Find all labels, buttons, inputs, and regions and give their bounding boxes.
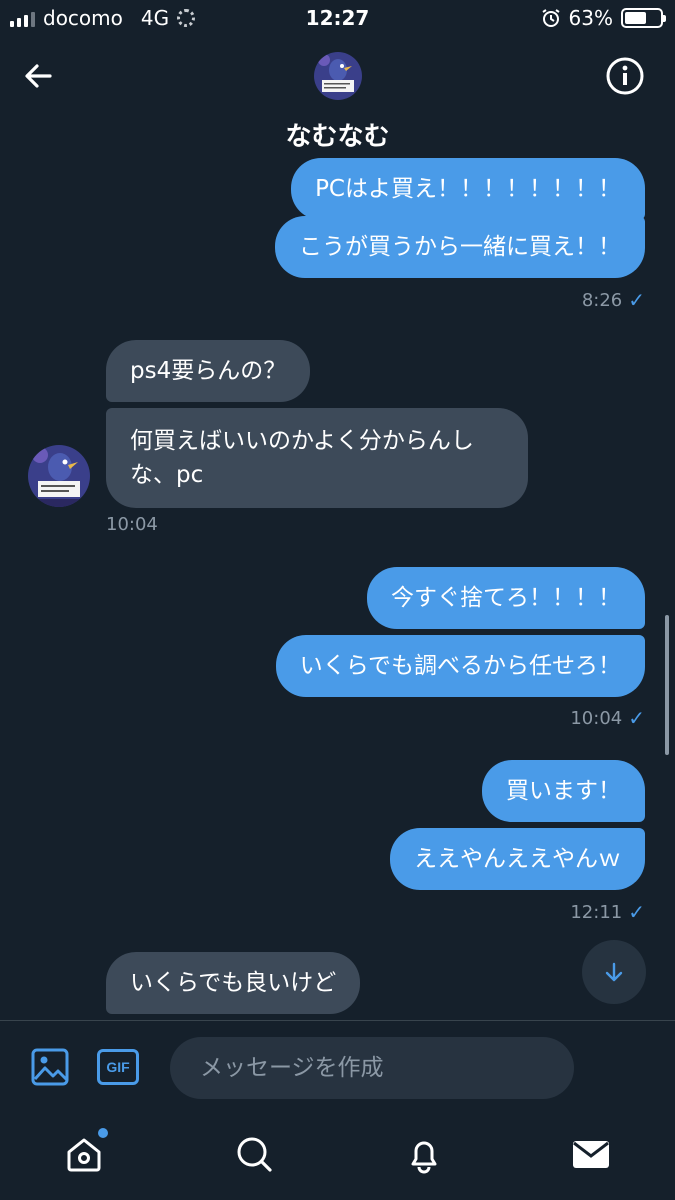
conversation-title[interactable]: なむなむ [0, 116, 675, 153]
message-composer: GIF [0, 1020, 675, 1110]
message-line: 何買えばいいのかよく分からんし [130, 428, 474, 454]
battery-percent: 63% [568, 6, 613, 30]
tab-messages[interactable] [571, 1134, 611, 1174]
back-arrow-icon[interactable] [20, 58, 56, 94]
message-timestamp: 8:26 ✓ [582, 288, 645, 312]
voice-icon[interactable] [606, 1049, 642, 1085]
scrollbar[interactable] [665, 615, 669, 755]
tab-home[interactable] [64, 1128, 108, 1174]
message-list[interactable]: PCはよ買え！！！！！！！！ こうが買うから一緒に買え！！ 8:26 ✓ ps4要… [0, 140, 675, 1020]
battery-fill [625, 12, 647, 24]
message-bubble-in[interactable]: 何買えばいいのかよく分からんし な、pc [106, 408, 528, 508]
message-bubble-out[interactable]: こうが買うから一緒に買え！！ [275, 216, 645, 278]
message-bubble-out[interactable]: 今すぐ捨てろ！！！！ [367, 567, 645, 629]
message-line: な、pc [130, 462, 204, 488]
search-icon [237, 1137, 272, 1172]
sent-check-icon: ✓ [628, 706, 645, 730]
message-bubble-in[interactable]: いくらでも良いけど [106, 952, 361, 1014]
chevron-down-icon [605, 962, 623, 982]
timestamp-text: 10:04 [570, 707, 623, 729]
tab-notifications[interactable] [404, 1134, 444, 1174]
message-input[interactable] [170, 1037, 574, 1099]
status-bar: docomo 4G 12:27 63% [0, 0, 675, 40]
message-bubble-in[interactable]: ps4要らんの？ [106, 340, 311, 402]
status-right: 63% [541, 6, 666, 30]
message-timestamp: 10:04 [106, 514, 158, 535]
alarm-icon [541, 9, 560, 27]
message-timestamp: 12:11 ✓ [570, 900, 645, 924]
image-icon[interactable] [30, 1047, 70, 1087]
timestamp-text: 8:26 [581, 289, 623, 311]
sent-check-icon: ✓ [628, 900, 645, 924]
message-timestamp: 10:04 ✓ [570, 706, 645, 730]
bell-icon [411, 1141, 437, 1174]
conversation-header: なむなむ [0, 40, 675, 158]
message-bubble-out[interactable]: いくらでも調べるから任せろ！ [275, 635, 645, 697]
scroll-to-bottom-button[interactable] [582, 940, 646, 1004]
message-bubble-out[interactable]: PCはよ買え！！！！！！！！ [291, 158, 645, 220]
avatar[interactable] [28, 445, 90, 507]
message-bubble-out[interactable]: 買います！ [482, 760, 645, 822]
message-bubble-out[interactable]: ええやんええやんｗ [390, 828, 645, 890]
notification-dot [98, 1128, 108, 1138]
info-icon[interactable] [605, 56, 645, 96]
avatar[interactable] [314, 52, 362, 100]
battery-icon [621, 8, 666, 28]
sent-check-icon: ✓ [628, 288, 645, 312]
mail-icon [573, 1141, 609, 1168]
home-icon [67, 1138, 101, 1172]
timestamp-text: 12:11 [570, 901, 623, 923]
tab-bar [0, 1110, 675, 1200]
tab-search[interactable] [234, 1134, 274, 1174]
gif-button[interactable]: GIF [97, 1049, 139, 1085]
